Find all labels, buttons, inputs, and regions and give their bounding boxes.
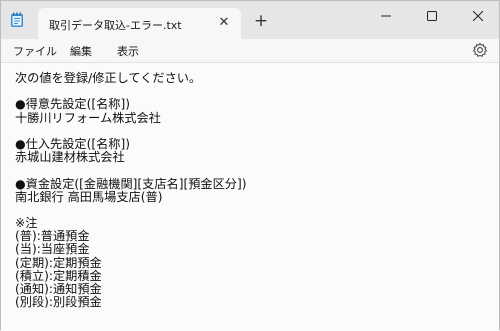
minimize-icon: [381, 15, 391, 17]
menu-edit[interactable]: 編集: [70, 43, 92, 59]
close-window-button[interactable]: [455, 1, 500, 31]
text-line: 十勝川リフォーム株式会社: [15, 110, 161, 125]
menu-file[interactable]: ファイル: [13, 43, 57, 59]
text-line: ●得意先設定([名称]): [15, 97, 130, 112]
gear-icon[interactable]: [472, 42, 488, 58]
tab-document[interactable]: 取引データ取込-エラー.txt ✕: [38, 8, 241, 39]
text-line: ●資金設定([金融機関][支店名][預金区分]): [15, 176, 247, 191]
menu-bar: ファイル 編集 表示: [1, 39, 499, 62]
text-line: (定期):定期預金: [15, 255, 102, 270]
close-tab-button[interactable]: ✕: [215, 14, 233, 32]
close-icon: [473, 11, 483, 21]
new-tab-button[interactable]: +: [251, 11, 271, 31]
text-line: [15, 125, 489, 138]
text-editor-area[interactable]: 次の値を登録/修正してください。 ●得意先設定([名称]) 十勝川リフォーム株式会社…: [1, 63, 499, 331]
minimize-button[interactable]: [363, 1, 409, 31]
title-bar[interactable]: 取引データ取込-エラー.txt ✕ +: [1, 1, 499, 39]
notepad-window: 取引データ取込-エラー.txt ✕ + ファイル 編集 表示 次の値を登録/修正…: [0, 0, 500, 331]
text-line: 次の値を登録/修正してください。: [15, 71, 202, 85]
maximize-icon: [427, 11, 437, 21]
text-line: [15, 164, 489, 177]
menu-view[interactable]: 表示: [117, 43, 139, 59]
document-text: 次の値を登録/修正してください。 ●得意先設定([名称]) 十勝川リフォーム株式会社…: [15, 71, 489, 310]
text-line: 赤城山建材株式会社: [15, 150, 125, 165]
text-line: (別段):別段預金: [15, 295, 102, 310]
text-line: [15, 204, 489, 217]
text-line: (当):当座預金: [15, 242, 90, 257]
text-line: 南北銀行 高田馬場支店(普): [15, 189, 163, 204]
maximize-button[interactable]: [409, 1, 455, 31]
notepad-icon: [10, 12, 24, 28]
tab-title: 取引データ取込-エラー.txt: [49, 19, 182, 32]
